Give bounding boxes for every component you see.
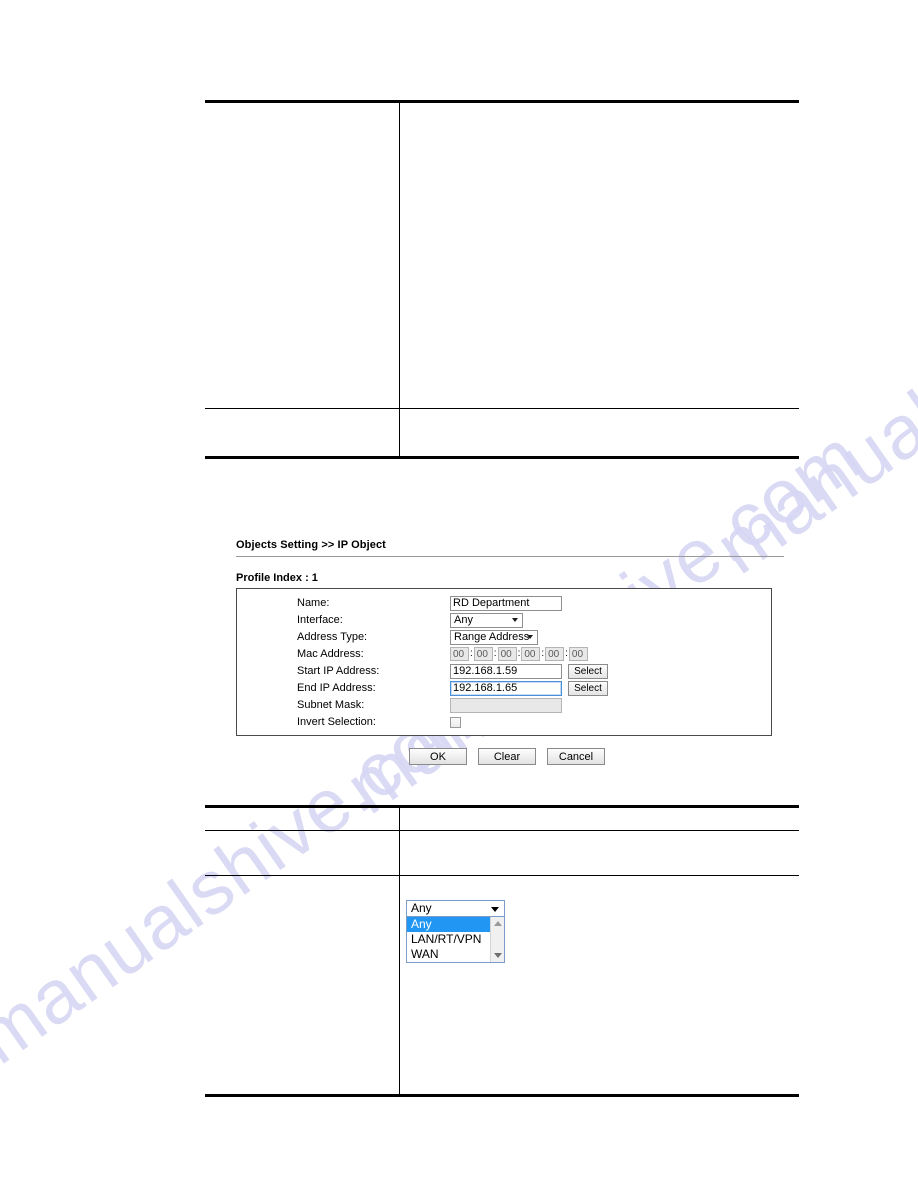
end-ip-select-button[interactable]: Select <box>568 680 608 696</box>
table-row <box>400 808 799 830</box>
table-bottom-border <box>205 1094 799 1097</box>
interface-dropdown-options-list: Any LAN/RT/VPN WAN <box>406 917 505 963</box>
table-row <box>400 103 799 408</box>
mac-octet-4[interactable]: 00 <box>521 647 541 661</box>
breadcrumb: Objects Setting >> IP Object <box>236 539 386 551</box>
form-row-end-ip: End IP Address: Select <box>237 680 771 696</box>
table-row <box>205 103 399 408</box>
form-row-address-type: Address Type: Range Address <box>237 629 771 645</box>
end-ip-input[interactable] <box>450 680 562 696</box>
name-label: Name: <box>297 597 330 609</box>
mac-address-group: 00 : 00 : 00 : 00 : 00 : 00 <box>450 647 588 661</box>
ok-button[interactable]: OK <box>409 748 467 765</box>
invert-selection-label: Invert Selection: <box>297 716 376 728</box>
interface-select[interactable]: Any <box>450 612 523 628</box>
scroll-down-arrow-icon[interactable] <box>493 953 502 958</box>
subnet-mask-label: Subnet Mask: <box>297 699 365 711</box>
mac-octet-1[interactable]: 00 <box>450 647 469 661</box>
interface-dropdown-selected-value: Any <box>411 901 432 915</box>
chevron-down-icon <box>527 635 533 639</box>
address-type-select[interactable]: Range Address <box>450 629 538 645</box>
ip-object-form: Name: Interface: Any Address Type: <box>236 588 772 736</box>
scroll-up-arrow-icon[interactable] <box>493 921 502 926</box>
clear-button[interactable]: Clear <box>478 748 536 765</box>
interface-dropdown-toggle[interactable]: Any <box>406 900 505 917</box>
interface-select-value: Any <box>454 613 473 626</box>
mac-octet-3[interactable]: 00 <box>497 647 517 661</box>
table-row <box>205 808 399 830</box>
router-config-screenshot: Objects Setting >> IP Object Profile Ind… <box>236 538 784 765</box>
name-input[interactable] <box>450 595 562 611</box>
form-row-subnet-mask: Subnet Mask: <box>237 697 771 713</box>
form-row-mac-address: Mac Address: 00 : 00 : 00 : 00 : 00 : 00 <box>237 646 771 662</box>
mac-octet-2[interactable]: 00 <box>473 647 493 661</box>
chevron-down-icon <box>512 618 518 622</box>
address-type-label: Address Type: <box>297 631 368 643</box>
start-ip-label: Start IP Address: <box>297 665 380 677</box>
breadcrumb-divider <box>236 556 784 557</box>
form-row-invert-selection: Invert Selection: <box>237 714 771 730</box>
start-ip-select-button[interactable]: Select <box>568 663 608 679</box>
subnet-mask-input[interactable] <box>450 697 562 713</box>
interface-dropdown-expanded[interactable]: Any Any LAN/RT/VPN WAN <box>406 900 505 963</box>
table-row <box>400 409 799 456</box>
table-row <box>205 831 399 875</box>
table-row <box>205 409 399 456</box>
cancel-button[interactable]: Cancel <box>547 748 605 765</box>
dropdown-scrollbar[interactable] <box>490 917 504 962</box>
table-row <box>400 831 799 875</box>
page-title: Profile Index : 1 <box>236 572 318 584</box>
chevron-down-icon <box>491 906 499 912</box>
interface-label: Interface: <box>297 614 343 626</box>
top-documentation-table <box>205 100 799 459</box>
address-type-select-value: Range Address <box>454 630 530 643</box>
invert-selection-checkbox[interactable] <box>450 716 461 728</box>
mac-octet-5[interactable]: 00 <box>545 647 565 661</box>
form-row-name: Name: <box>237 595 771 611</box>
end-ip-label: End IP Address: <box>297 682 376 694</box>
mac-octet-6[interactable]: 00 <box>568 647 588 661</box>
table-row <box>205 876 399 1094</box>
table-bottom-border <box>205 456 799 459</box>
form-row-start-ip: Start IP Address: Select <box>237 663 771 679</box>
start-ip-input[interactable] <box>450 663 562 679</box>
mac-address-label: Mac Address: <box>297 648 364 660</box>
form-row-interface: Interface: Any <box>237 612 771 628</box>
form-action-buttons: OK Clear Cancel <box>236 748 784 765</box>
